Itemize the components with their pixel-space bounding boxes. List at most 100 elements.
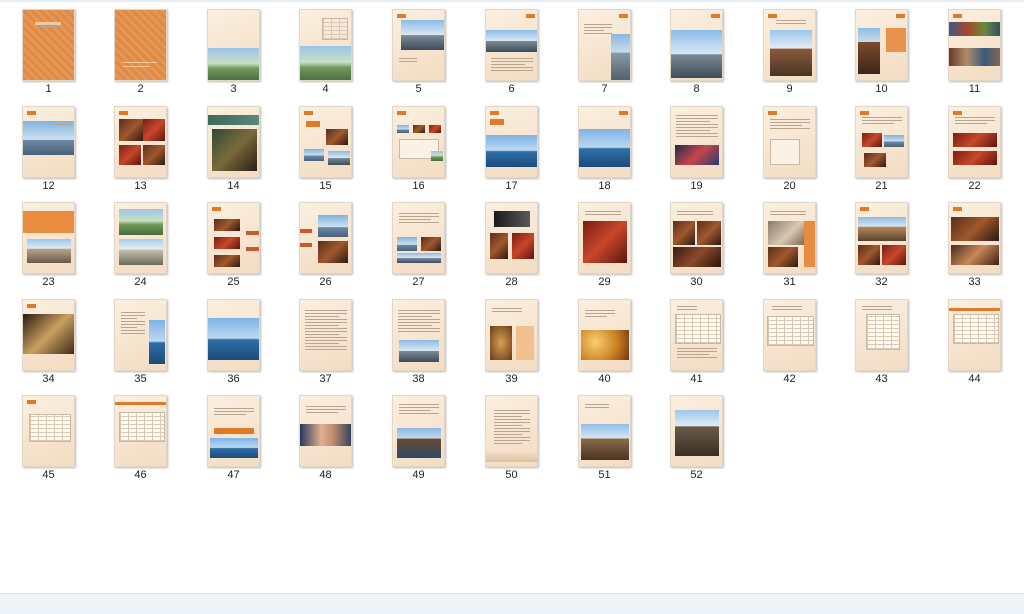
page-thumbnail[interactable]: 33 <box>926 193 1018 289</box>
page-preview-image[interactable] <box>299 106 352 178</box>
page-thumbnail[interactable]: 19 <box>648 97 740 193</box>
page-thumbnail[interactable]: 9 <box>741 0 833 96</box>
page-preview-image[interactable] <box>670 202 723 274</box>
page-thumbnail[interactable]: 3 <box>185 0 277 96</box>
page-preview-image[interactable] <box>948 202 1001 274</box>
page-preview-image[interactable] <box>578 106 631 178</box>
page-preview-image[interactable] <box>670 395 723 467</box>
page-preview-image[interactable] <box>392 299 445 371</box>
page-preview-image[interactable] <box>485 106 538 178</box>
page-preview-image[interactable] <box>114 106 167 178</box>
page-thumbnail[interactable]: 52 <box>648 386 740 482</box>
page-preview-image[interactable] <box>114 9 167 81</box>
page-preview-image[interactable] <box>485 395 538 467</box>
page-thumbnail[interactable]: 45 <box>0 386 92 482</box>
page-preview-image[interactable] <box>114 395 167 467</box>
page-preview-image[interactable] <box>22 202 75 274</box>
page-preview-image[interactable] <box>763 106 816 178</box>
page-preview-image[interactable] <box>207 9 260 81</box>
page-preview-image[interactable] <box>22 395 75 467</box>
page-thumbnail[interactable]: 38 <box>370 290 462 386</box>
page-thumbnail[interactable]: 5 <box>370 0 462 96</box>
page-thumbnail[interactable]: 26 <box>277 193 369 289</box>
page-thumbnail[interactable]: 23 <box>0 193 92 289</box>
page-preview-image[interactable] <box>207 202 260 274</box>
page-thumbnail[interactable]: 20 <box>741 97 833 193</box>
page-preview-image[interactable] <box>948 9 1001 81</box>
page-thumbnail[interactable]: 13 <box>92 97 184 193</box>
page-thumbnail[interactable]: 39 <box>463 290 555 386</box>
page-preview-image[interactable] <box>578 9 631 81</box>
page-preview-image[interactable] <box>670 106 723 178</box>
page-preview-image[interactable] <box>392 202 445 274</box>
page-preview-image[interactable] <box>763 9 816 81</box>
page-preview-image[interactable] <box>670 299 723 371</box>
page-preview-image[interactable] <box>22 106 75 178</box>
page-thumbnail[interactable]: 2 <box>92 0 184 96</box>
page-thumbnail[interactable]: 17 <box>463 97 555 193</box>
page-thumbnail[interactable]: 49 <box>370 386 462 482</box>
page-thumbnail[interactable]: 40 <box>556 290 648 386</box>
page-thumbnail[interactable]: 48 <box>277 386 369 482</box>
page-preview-image[interactable] <box>670 9 723 81</box>
page-preview-image[interactable] <box>392 395 445 467</box>
page-thumbnail[interactable]: 21 <box>833 97 925 193</box>
page-thumbnail[interactable]: 12 <box>0 97 92 193</box>
page-thumbnail[interactable]: 34 <box>0 290 92 386</box>
page-preview-image[interactable] <box>207 299 260 371</box>
page-preview-image[interactable] <box>22 9 75 81</box>
page-thumbnail[interactable]: 16 <box>370 97 462 193</box>
page-thumbnail[interactable]: 51 <box>556 386 648 482</box>
page-preview-image[interactable] <box>299 299 352 371</box>
page-preview-image[interactable] <box>207 106 260 178</box>
page-thumbnail[interactable]: 15 <box>277 97 369 193</box>
page-preview-image[interactable] <box>948 106 1001 178</box>
page-preview-image[interactable] <box>485 299 538 371</box>
page-thumbnail[interactable]: 36 <box>185 290 277 386</box>
page-preview-image[interactable] <box>485 9 538 81</box>
page-thumbnail[interactable]: 22 <box>926 97 1018 193</box>
page-preview-image[interactable] <box>855 299 908 371</box>
page-thumbnail[interactable]: 32 <box>833 193 925 289</box>
page-preview-image[interactable] <box>485 202 538 274</box>
page-thumbnail[interactable]: 42 <box>741 290 833 386</box>
page-preview-image[interactable] <box>578 299 631 371</box>
page-thumbnail[interactable]: 41 <box>648 290 740 386</box>
page-thumbnail[interactable]: 28 <box>463 193 555 289</box>
page-thumbnail[interactable]: 29 <box>556 193 648 289</box>
page-preview-image[interactable] <box>763 202 816 274</box>
page-thumbnail[interactable]: 31 <box>741 193 833 289</box>
page-thumbnail[interactable]: 47 <box>185 386 277 482</box>
page-preview-image[interactable] <box>392 106 445 178</box>
page-thumbnail[interactable]: 25 <box>185 193 277 289</box>
page-preview-image[interactable] <box>578 202 631 274</box>
page-preview-image[interactable] <box>299 395 352 467</box>
page-thumbnail[interactable]: 7 <box>556 0 648 96</box>
page-preview-image[interactable] <box>855 9 908 81</box>
page-thumbnail[interactable]: 11 <box>926 0 1018 96</box>
page-thumbnail[interactable]: 4 <box>277 0 369 96</box>
page-preview-image[interactable] <box>948 299 1001 371</box>
page-thumbnail[interactable]: 14 <box>185 97 277 193</box>
page-thumbnail[interactable]: 10 <box>833 0 925 96</box>
page-preview-image[interactable] <box>855 106 908 178</box>
page-thumbnail[interactable]: 37 <box>277 290 369 386</box>
page-thumbnail[interactable]: 43 <box>833 290 925 386</box>
page-thumbnail[interactable]: 18 <box>556 97 648 193</box>
page-thumbnail[interactable]: 46 <box>92 386 184 482</box>
page-preview-image[interactable] <box>578 395 631 467</box>
page-preview-image[interactable] <box>299 9 352 81</box>
page-preview-image[interactable] <box>299 202 352 274</box>
page-thumbnail[interactable]: 6 <box>463 0 555 96</box>
page-thumbnail[interactable]: 35 <box>92 290 184 386</box>
page-preview-image[interactable] <box>22 299 75 371</box>
page-thumbnail[interactable]: 30 <box>648 193 740 289</box>
page-preview-image[interactable] <box>392 9 445 81</box>
page-preview-image[interactable] <box>114 202 167 274</box>
page-preview-image[interactable] <box>763 299 816 371</box>
page-thumbnail[interactable]: 24 <box>92 193 184 289</box>
page-preview-image[interactable] <box>207 395 260 467</box>
page-thumbnail[interactable]: 8 <box>648 0 740 96</box>
page-thumbnail[interactable]: 44 <box>926 290 1018 386</box>
page-preview-image[interactable] <box>114 299 167 371</box>
